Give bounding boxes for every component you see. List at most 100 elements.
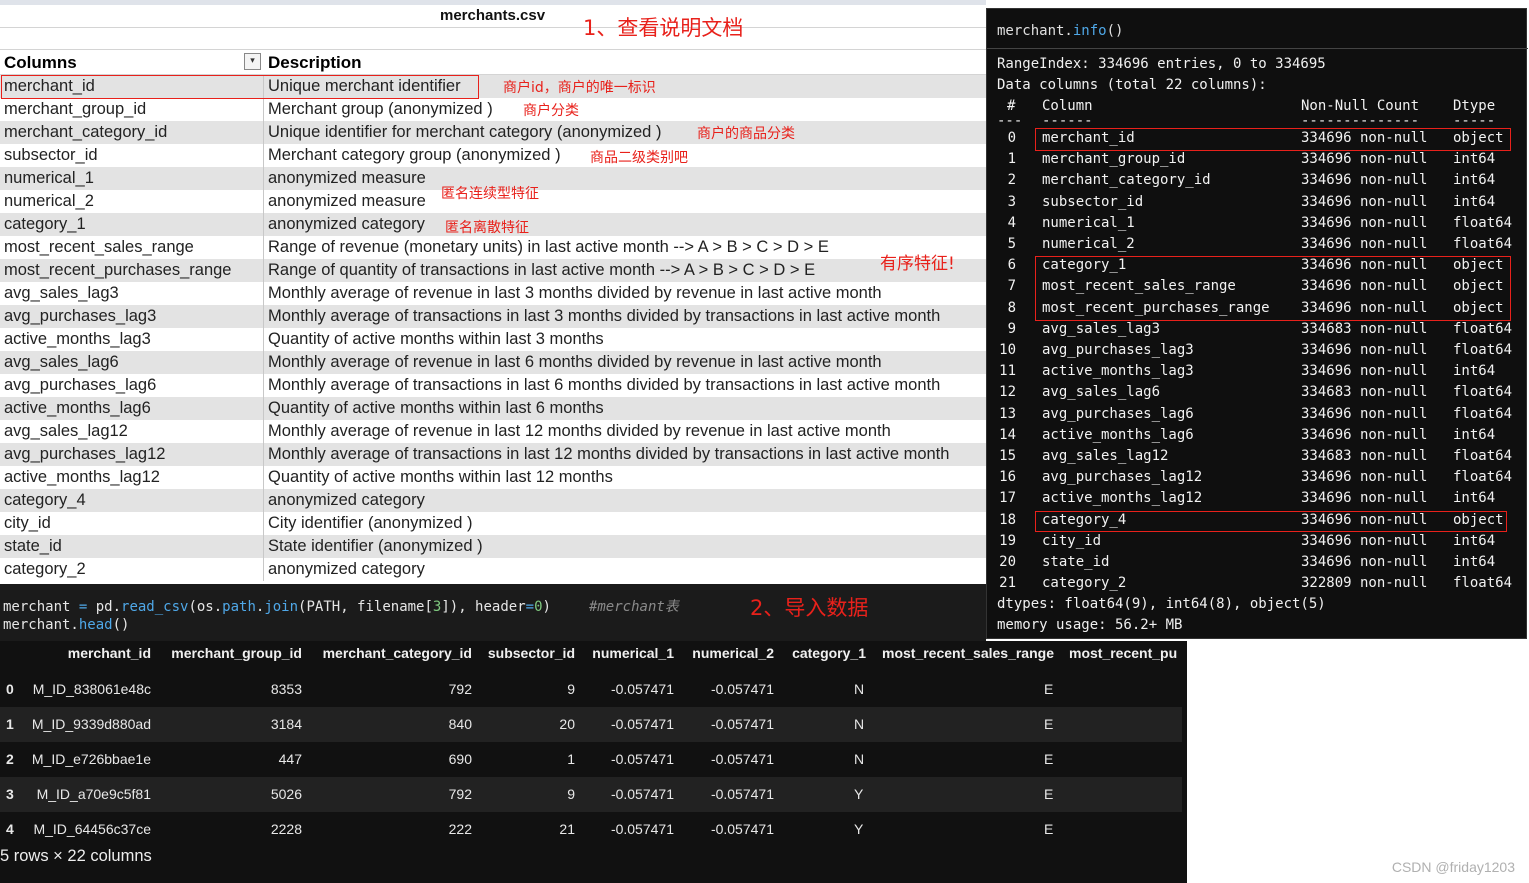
- column-name-cell[interactable]: category_2: [4, 558, 86, 581]
- description-cell[interactable]: Monthly average of transactions in last …: [268, 305, 940, 328]
- description-cell[interactable]: Quantity of active months within last 12…: [268, 466, 613, 489]
- info-index: 18: [999, 511, 1016, 528]
- info-non-null-count: 334683 non-null: [1301, 448, 1428, 464]
- df-cell: Y: [854, 786, 864, 802]
- sheet-row[interactable]: subsector_id Merchant category group (ano…: [0, 144, 986, 167]
- column-name-cell[interactable]: merchant_category_id: [4, 121, 167, 144]
- description-cell[interactable]: anonymized measure: [268, 190, 426, 213]
- sheet-row[interactable]: state_id State identifier (anonymized ): [0, 535, 986, 558]
- description-cell[interactable]: Quantity of active months within last 6 …: [268, 397, 604, 420]
- description-cell[interactable]: anonymized category: [268, 489, 425, 512]
- cell-divider: [263, 535, 264, 558]
- info-call: merchant.info(): [997, 23, 1124, 39]
- description-cell[interactable]: anonymized measure: [268, 167, 426, 190]
- header-columns[interactable]: Columns: [4, 52, 77, 74]
- sheet-row[interactable]: active_months_lag3 Quantity of active mon…: [0, 328, 986, 351]
- info-dtype: float64: [1453, 342, 1513, 358]
- sheet-row[interactable]: most_recent_purchases_range Range of quan…: [0, 259, 986, 282]
- sheet-row[interactable]: category_2 anonymized category: [0, 558, 986, 581]
- sheet-row[interactable]: avg_purchases_lag3 Monthly average of tra…: [0, 305, 986, 328]
- df-cell: -0.057471: [710, 681, 774, 697]
- sheet-row[interactable]: category_4 anonymized category: [0, 489, 986, 512]
- description-cell[interactable]: Merchant category group (anonymized ): [268, 144, 561, 167]
- info-index: 14: [999, 426, 1016, 443]
- divider: [0, 27, 986, 28]
- sheet-row[interactable]: avg_purchases_lag12 Monthly average of tr…: [0, 443, 986, 466]
- code-line-1: merchant = pd.read_csv(os.path.join(PATH…: [3, 599, 679, 615]
- header-description[interactable]: Description: [268, 52, 362, 74]
- df-cell: 21: [559, 821, 575, 837]
- description-cell[interactable]: Unique identifier for merchant category …: [268, 121, 661, 144]
- sheet-row[interactable]: merchant_group_id Merchant group (anonymi…: [0, 98, 986, 121]
- sheet-row[interactable]: active_months_lag6 Quantity of active mon…: [0, 397, 986, 420]
- column-name-cell[interactable]: active_months_lag12: [4, 466, 160, 489]
- column-name-cell[interactable]: subsector_id: [4, 144, 98, 167]
- sheet-row[interactable]: avg_sales_lag6 Monthly average of revenue…: [0, 351, 986, 374]
- description-cell[interactable]: Monthly average of revenue in last 6 mon…: [268, 351, 882, 374]
- info-column-name: numerical_2: [1042, 236, 1135, 252]
- dataframe-footer: 5 rows × 22 columns: [0, 847, 152, 865]
- column-name-cell[interactable]: active_months_lag6: [4, 397, 151, 420]
- column-name-cell[interactable]: merchant_group_id: [4, 98, 146, 121]
- description-cell[interactable]: Monthly average of revenue in last 3 mon…: [268, 282, 882, 305]
- description-cell[interactable]: Monthly average of transactions in last …: [268, 374, 940, 397]
- annotation-merchant-id: 商户id，商户的唯一标识: [503, 80, 656, 96]
- column-name-cell[interactable]: category_4: [4, 489, 86, 512]
- cell-divider: [263, 466, 264, 489]
- info-index: 7: [1007, 278, 1016, 295]
- annotation-ordered: 有序特征!: [880, 254, 955, 274]
- column-name-cell[interactable]: numerical_2: [4, 190, 94, 213]
- column-name-cell[interactable]: active_months_lag3: [4, 328, 151, 351]
- df-cell: 792: [448, 786, 472, 802]
- header-dtype: Dtype: [1453, 98, 1496, 114]
- sheet-row[interactable]: most_recent_sales_range Range of revenue …: [0, 236, 986, 259]
- column-name-cell[interactable]: avg_purchases_lag12: [4, 443, 165, 466]
- info-index: 5: [1007, 236, 1016, 252]
- description-cell[interactable]: State identifier (anonymized ): [268, 535, 483, 558]
- sheet-row[interactable]: active_months_lag12 Quantity of active mo…: [0, 466, 986, 489]
- code-cell[interactable]: merchant = pd.read_csv(os.path.join(PATH…: [0, 584, 986, 641]
- description-cell[interactable]: anonymized category: [268, 213, 425, 236]
- sheet-row[interactable]: avg_purchases_lag6 Monthly average of tra…: [0, 374, 986, 397]
- sheet-row[interactable]: avg_sales_lag12 Monthly average of revenu…: [0, 420, 986, 443]
- info-underline-row: --- ------ -------------- -----: [997, 118, 1496, 128]
- info-column-name: merchant_category_id: [1042, 172, 1211, 189]
- sheet-row[interactable]: merchant_category_id Unique identifier fo…: [0, 121, 986, 144]
- description-cell[interactable]: Range of quantity of transactions in las…: [268, 259, 815, 282]
- df-cell: 20: [559, 716, 575, 732]
- description-cell[interactable]: anonymized category: [268, 558, 425, 581]
- info-index: 16: [999, 469, 1016, 486]
- cell-divider: [263, 144, 264, 167]
- info-index: 11: [999, 363, 1016, 380]
- info-row: 4 numerical_1 334696 non-null float64: [987, 215, 1528, 236]
- column-name-cell[interactable]: numerical_1: [4, 167, 94, 190]
- description-cell[interactable]: City identifier (anonymized ): [268, 512, 473, 535]
- info-index: 4: [1007, 214, 1016, 231]
- column-name-cell[interactable]: avg_sales_lag6: [4, 351, 119, 374]
- description-cell[interactable]: Range of revenue (monetary units) in las…: [268, 236, 829, 259]
- description-cell[interactable]: Monthly average of transactions in last …: [268, 443, 949, 466]
- column-name-cell[interactable]: avg_sales_lag12: [4, 420, 128, 443]
- info-index: 0: [1007, 130, 1016, 146]
- info-column-name: merchant_group_id: [1042, 151, 1186, 168]
- df-row-index: 4: [6, 821, 14, 837]
- info-row: 13 avg_purchases_lag6 334696 non-null float…: [987, 406, 1528, 427]
- column-name-cell[interactable]: city_id: [4, 512, 51, 535]
- df-column-header: merchant_id: [67, 645, 151, 661]
- sheet-row[interactable]: avg_sales_lag3 Monthly average of revenue…: [0, 282, 986, 305]
- column-name-cell[interactable]: state_id: [4, 535, 62, 558]
- column-name-cell[interactable]: avg_sales_lag3: [4, 282, 119, 305]
- sheet-row[interactable]: city_id City identifier (anonymized ): [0, 512, 986, 535]
- description-cell[interactable]: Quantity of active months within last 3 …: [268, 328, 604, 351]
- column-name-cell[interactable]: category_1: [4, 213, 86, 236]
- column-name-cell[interactable]: most_recent_purchases_range: [4, 259, 231, 282]
- column-name-cell[interactable]: most_recent_sales_range: [4, 236, 194, 259]
- df-cell: -0.057471: [610, 716, 674, 732]
- info-dtype: int64: [1453, 532, 1496, 549]
- column-name-cell[interactable]: avg_purchases_lag6: [4, 374, 156, 397]
- description-cell[interactable]: Merchant group (anonymized ): [268, 98, 493, 121]
- description-cell[interactable]: Monthly average of revenue in last 12 mo…: [268, 420, 891, 443]
- header-count: Non-Null Count: [1301, 98, 1420, 114]
- filter-dropdown-icon[interactable]: ▾: [244, 53, 261, 70]
- column-name-cell[interactable]: avg_purchases_lag3: [4, 305, 156, 328]
